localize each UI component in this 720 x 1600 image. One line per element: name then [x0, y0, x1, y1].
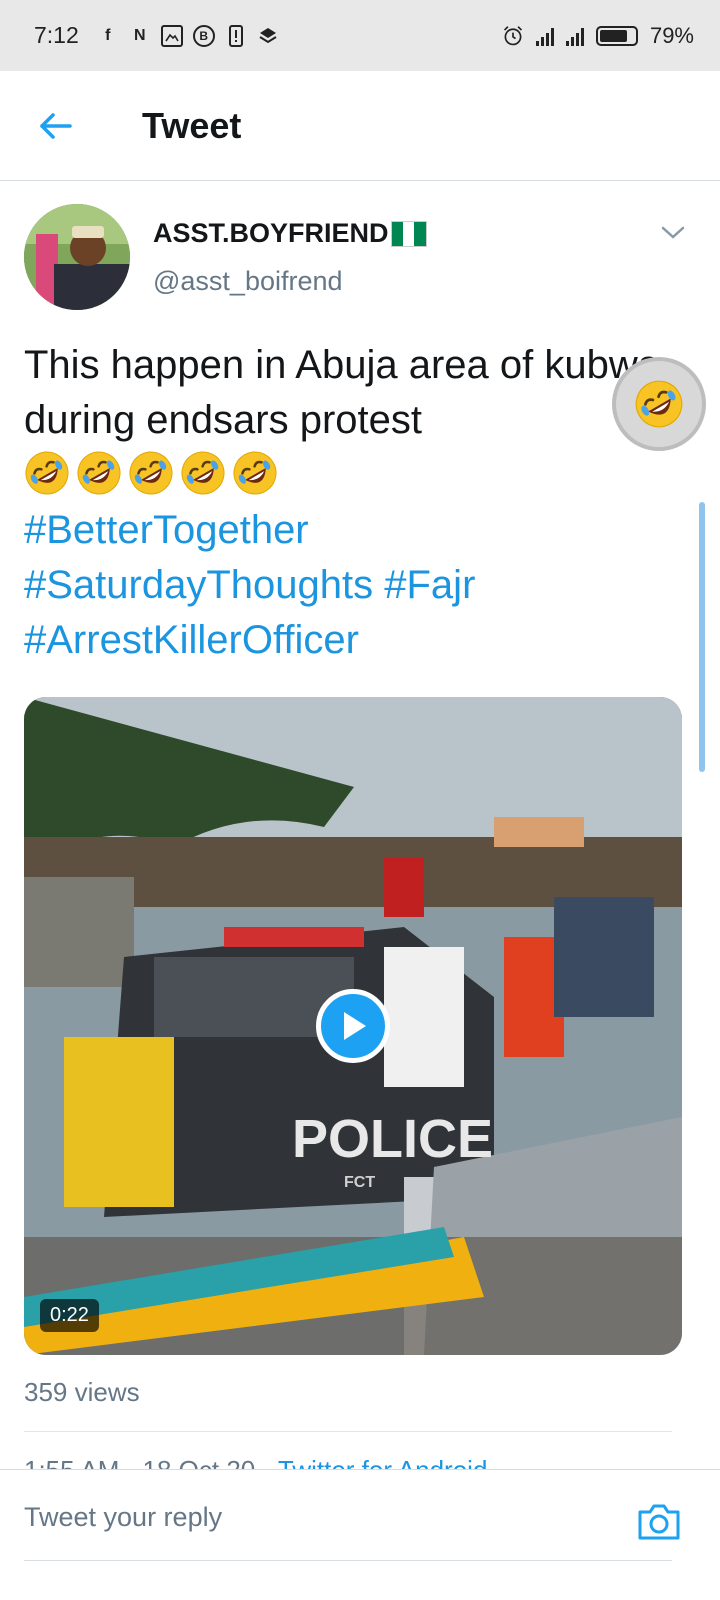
- hashtag[interactable]: #ArrestKillerOfficer: [24, 618, 359, 662]
- tweet-timestamp: 1:55 AM · 18 Oct 20 ·: [24, 1455, 278, 1469]
- view-count: 359 views: [24, 1377, 140, 1407]
- reply-input[interactable]: Tweet your reply: [24, 1502, 584, 1542]
- hashtag[interactable]: #Fajr: [384, 563, 475, 607]
- rolling-on-floor-laughing-icon: [233, 451, 277, 495]
- camera-button[interactable]: [636, 1500, 682, 1544]
- status-time: 7:12: [34, 22, 79, 48]
- status-right: 79%: [502, 23, 694, 49]
- tweet-body: This happen in Abuja area of kubwa durin…: [24, 343, 660, 442]
- back-arrow-icon: [40, 112, 72, 139]
- rolling-on-floor-laughing-icon: [25, 451, 69, 495]
- display-name[interactable]: ASST.BOYFRIEND: [153, 218, 427, 249]
- back-button[interactable]: [26, 96, 86, 156]
- battery-fill: [599, 29, 627, 42]
- tweet-text: This happen in Abuja area of kubwa durin…: [24, 338, 704, 668]
- battery-percent: 79%: [649, 22, 694, 48]
- reply-underline: [24, 1560, 672, 1561]
- hashtag[interactable]: #BetterTogether: [24, 508, 309, 552]
- rolling-on-floor-laughing-icon: [129, 451, 173, 495]
- avatar[interactable]: [24, 204, 130, 310]
- layers-icon: [257, 25, 279, 47]
- video-overlay-subtext: FCT: [344, 1174, 375, 1191]
- play-icon: [344, 1012, 366, 1040]
- video-overlay-text: POLICE: [292, 1109, 493, 1169]
- status-bar: 7:12 f N B 79%: [0, 0, 720, 71]
- video-player[interactable]: POLICE FCT 0:22: [24, 697, 682, 1355]
- emoji-row: [24, 451, 284, 497]
- rolling-on-floor-laughing-icon: [181, 451, 225, 495]
- page-title: Tweet: [142, 104, 242, 146]
- signal-icon: [535, 26, 554, 46]
- phone-alert-icon: [225, 24, 247, 47]
- gallery-icon: [160, 24, 183, 47]
- n-app-icon: N: [133, 26, 146, 44]
- user-handle[interactable]: @asst_boifrend: [153, 266, 343, 297]
- alarm-icon: [502, 25, 524, 47]
- rolling-on-floor-laughing-icon: [635, 380, 683, 428]
- divider: [24, 1431, 672, 1432]
- chevron-down-icon[interactable]: [658, 218, 688, 248]
- camera-icon: [638, 1504, 680, 1540]
- battery-icon: [595, 25, 638, 46]
- display-name-text: ASST.BOYFRIEND: [153, 218, 389, 248]
- floating-emoji-bubble[interactable]: [612, 357, 706, 451]
- video-duration: 0:22: [40, 1299, 99, 1332]
- hashtag[interactable]: #SaturdayThoughts: [24, 563, 373, 607]
- b-app-icon: B: [192, 24, 215, 47]
- rolling-on-floor-laughing-icon: [77, 451, 121, 495]
- signal-icon: [565, 26, 584, 46]
- play-button[interactable]: [316, 989, 390, 1063]
- tweet-client[interactable]: Twitter for Android: [278, 1455, 488, 1469]
- status-left: 7:12 f N B: [34, 22, 279, 49]
- app-bar: Tweet: [0, 71, 720, 181]
- reply-bar: Tweet your reply: [0, 1469, 720, 1600]
- facebook-icon: f: [105, 26, 111, 44]
- tweet-meta: 1:55 AM · 18 Oct 20 · Twitter for Androi…: [24, 1455, 684, 1469]
- scrollbar[interactable]: [699, 502, 705, 772]
- nigeria-flag-icon: [390, 220, 427, 247]
